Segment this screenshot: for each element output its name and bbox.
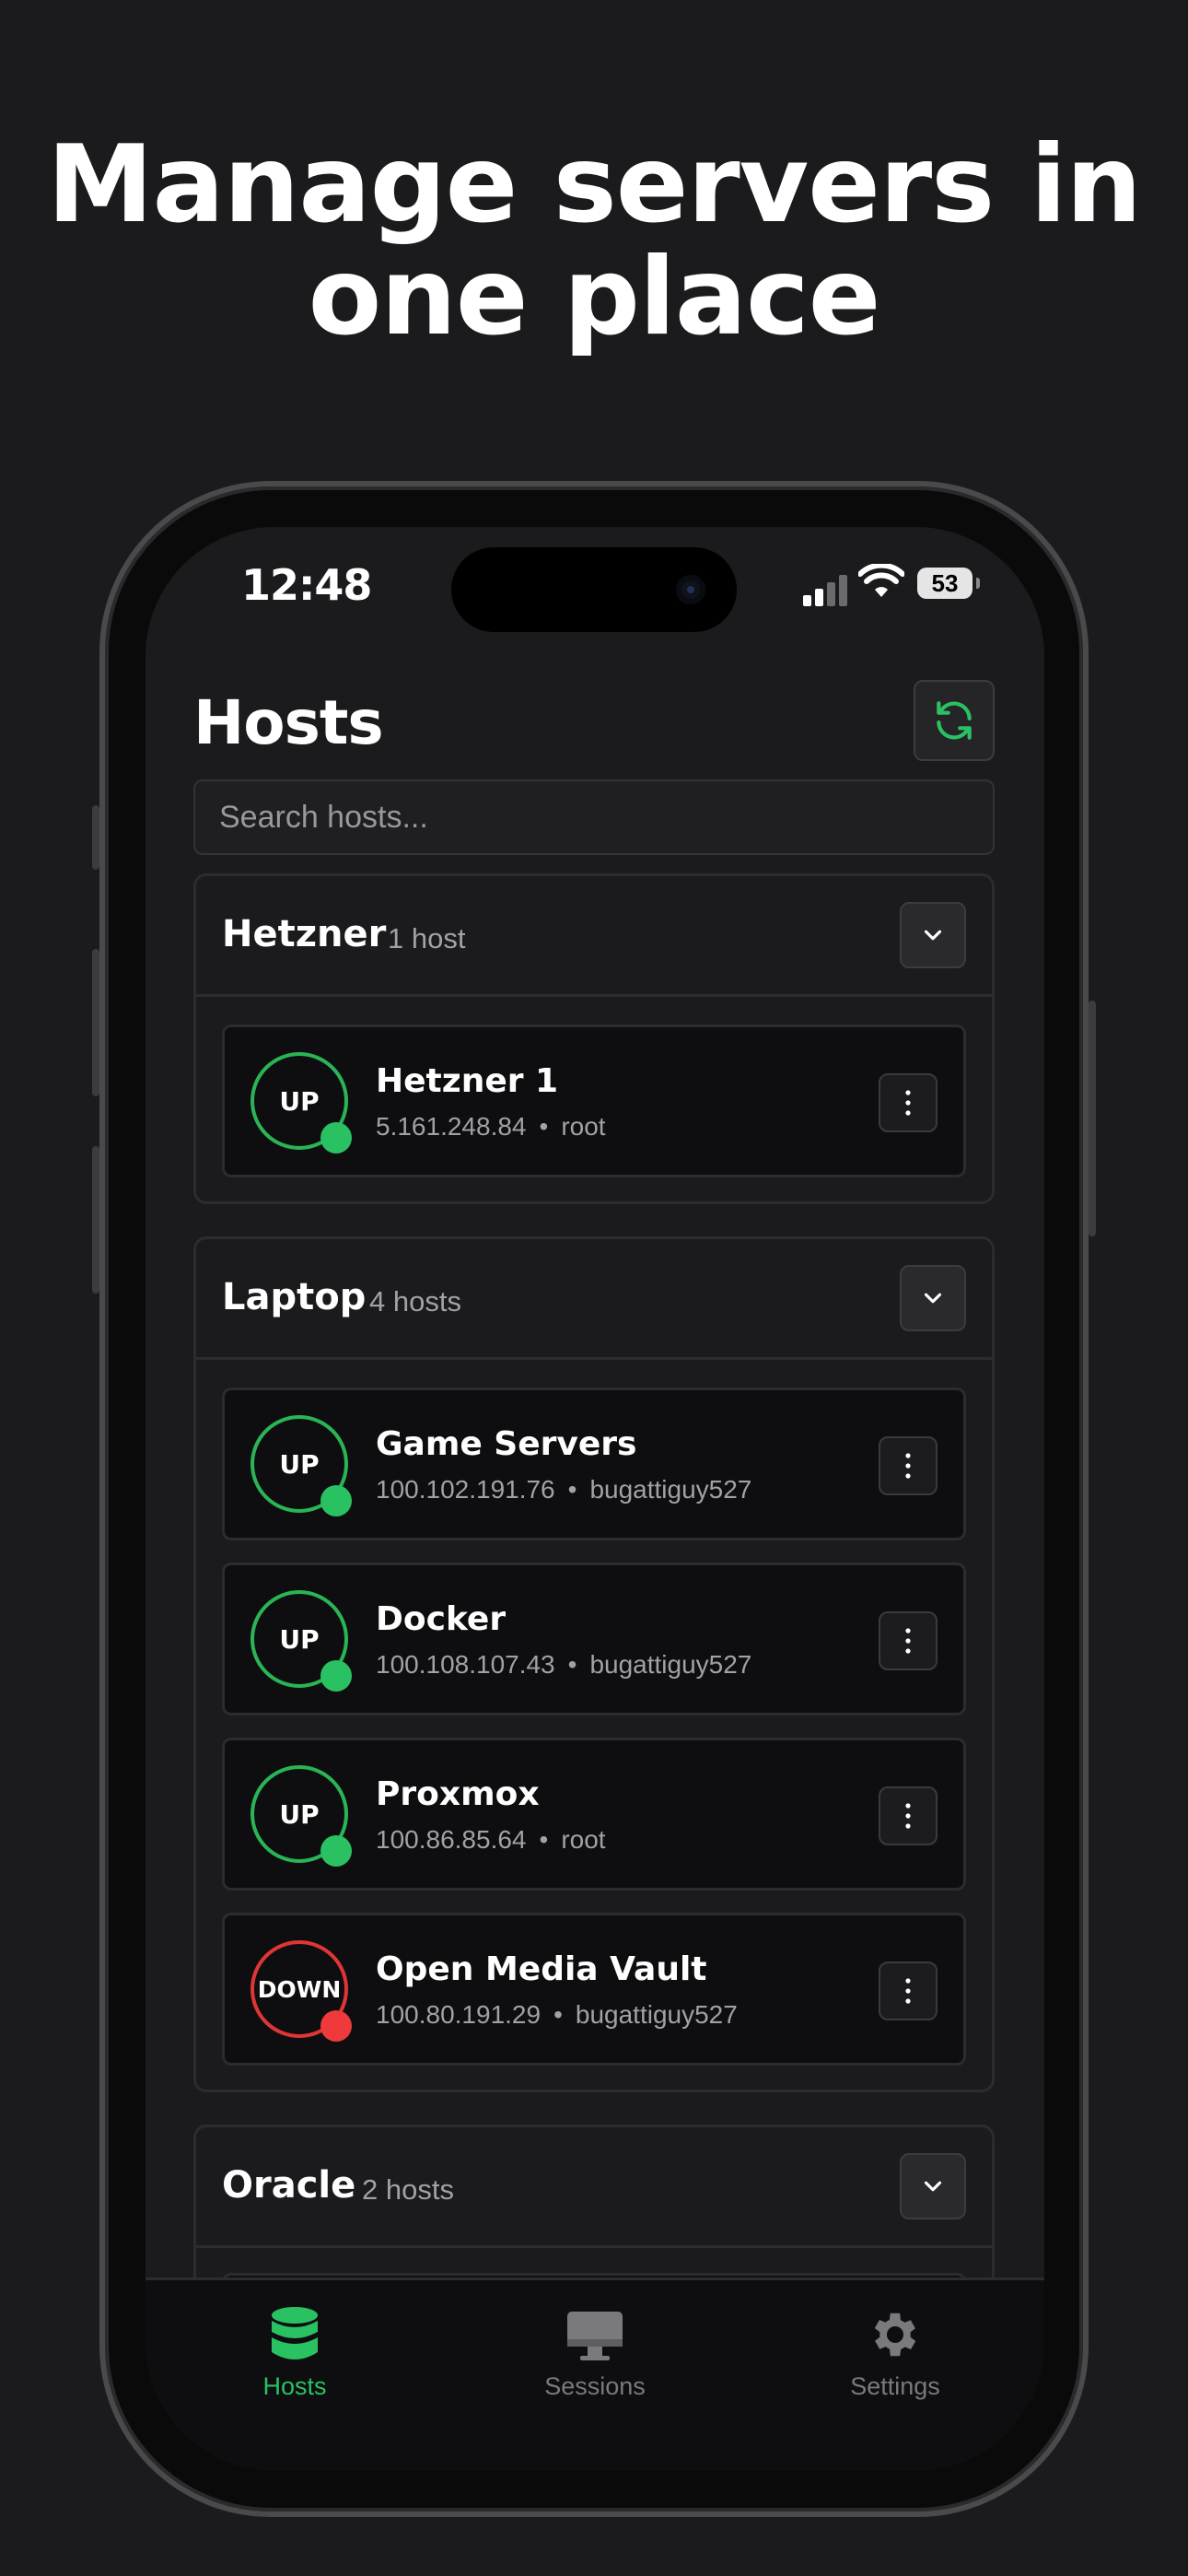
meta-separator: • [539, 1825, 549, 1854]
more-vertical-icon [905, 1453, 911, 1479]
tab-settings[interactable]: Settings [785, 2306, 1006, 2401]
host-menu-button[interactable] [879, 1961, 938, 2020]
host-name: Open Media Vault [376, 1950, 707, 1988]
group-header[interactable]: Laptop 4 hosts [196, 1239, 992, 1360]
chevron-down-icon [924, 2181, 942, 2192]
chevron-down-icon [924, 1293, 942, 1304]
host-group-hetzner: Hetzner 1 host UP Hetzner 1 5.161.248.84… [193, 873, 995, 1204]
meta-separator: • [553, 2000, 563, 2029]
host-ip: 100.80.191.29 [376, 2000, 542, 2029]
chevron-down-icon [924, 930, 942, 941]
wifi-icon [858, 564, 904, 597]
host-meta: 100.80.191.29 • bugattiguy527 [376, 2000, 738, 2030]
status-dot [320, 2010, 352, 2042]
host-ip: 100.108.107.43 [376, 1650, 555, 1679]
status-dot [320, 1835, 352, 1867]
power-button [1089, 1001, 1096, 1236]
group-body: UP Hetzner 1 5.161.248.84 • root [196, 997, 992, 1201]
tab-label: Hosts [262, 2372, 327, 2400]
headline-line-1: Manage servers in [47, 123, 1142, 247]
tab-bar: Hosts Sessions Settings [146, 2277, 1044, 2471]
tab-label: Settings [850, 2372, 940, 2400]
more-vertical-icon [905, 1090, 911, 1116]
host-user: bugattiguy527 [589, 1650, 752, 1679]
tab-label: Sessions [544, 2372, 646, 2400]
headline: Manage servers in one place [0, 129, 1188, 354]
gear-icon [874, 2313, 916, 2357]
collapse-button[interactable] [900, 2153, 966, 2219]
dynamic-island [451, 547, 737, 632]
host-card[interactable]: DOWN Open Media Vault 100.80.191.29 • buga… [222, 1913, 966, 2066]
host-meta: 100.102.191.76 • bugattiguy527 [376, 1475, 751, 1505]
collapse-button[interactable] [900, 902, 966, 968]
host-menu-button[interactable] [879, 1073, 938, 1132]
host-name: Docker [376, 1600, 507, 1638]
host-meta: 100.108.107.43 • bugattiguy527 [376, 1650, 751, 1680]
host-card[interactable]: UP Docker 100.108.107.43 • bugattiguy527 [222, 1563, 966, 1715]
host-name: Hetzner 1 [376, 1062, 559, 1100]
status-time: 12:48 [241, 560, 372, 610]
group-count: 2 hosts [362, 2173, 454, 2206]
host-group-laptop: Laptop 4 hosts UP Game Servers 100.102.1… [193, 1236, 995, 2092]
host-card[interactable]: UP Proxmox 100.86.85.64 • root [222, 1738, 966, 1891]
host-ip: 100.86.85.64 [376, 1825, 527, 1854]
host-card[interactable]: UP Game Servers 100.102.191.76 • bugattigu… [222, 1388, 966, 1540]
more-vertical-icon [905, 1628, 911, 1654]
status-dot [320, 1660, 352, 1692]
host-meta: 100.86.85.64 • root [376, 1825, 606, 1855]
status-dot [320, 1485, 352, 1516]
group-name: Hetzner [222, 913, 387, 955]
cellular-signal-icon [803, 575, 851, 606]
collapse-button[interactable] [900, 1265, 966, 1331]
host-user: bugattiguy527 [589, 1475, 752, 1504]
page-title: Hosts [193, 687, 384, 758]
host-name: Proxmox [376, 1775, 540, 1813]
group-header[interactable]: Hetzner 1 host [196, 876, 992, 997]
host-user: root [561, 1825, 606, 1854]
camera-icon [676, 575, 705, 604]
search-input[interactable] [193, 779, 995, 855]
host-ip: 5.161.248.84 [376, 1112, 527, 1141]
meta-separator: • [539, 1112, 549, 1141]
host-card[interactable]: UP Hetzner 1 5.161.248.84 • root [222, 1025, 966, 1177]
host-menu-button[interactable] [879, 1786, 938, 1845]
host-meta: 5.161.248.84 • root [376, 1112, 606, 1142]
group-name: Laptop [222, 1276, 367, 1318]
group-count: 4 hosts [369, 1285, 461, 1317]
tab-sessions[interactable]: Sessions [484, 2306, 705, 2401]
meta-separator: • [567, 1475, 577, 1504]
volume-up-button [92, 949, 99, 1096]
group-name: Oracle [222, 2164, 356, 2207]
volume-down-button [92, 1146, 99, 1294]
group-header[interactable]: Oracle 2 hosts [196, 2127, 992, 2248]
host-name: Game Servers [376, 1425, 637, 1463]
group-count: 1 host [388, 922, 466, 954]
more-vertical-icon [905, 1978, 911, 2004]
refresh-icon [937, 701, 972, 740]
host-menu-button[interactable] [879, 1611, 938, 1670]
tab-hosts[interactable]: Hosts [184, 2306, 405, 2401]
group-body: UP Game Servers 100.102.191.76 • bugattigu… [196, 1360, 992, 2090]
database-icon [272, 2307, 318, 2359]
host-user: root [561, 1112, 606, 1141]
app-screen: 12:48 53 Hosts Hetzner 1 host UP [146, 527, 1044, 2471]
host-menu-button[interactable] [879, 1436, 938, 1495]
host-user: bugattiguy527 [575, 2000, 738, 2029]
battery-indicator: 53 [917, 568, 980, 599]
action-button [92, 805, 99, 870]
headline-line-2: one place [308, 235, 881, 359]
host-ip: 100.102.191.76 [376, 1475, 555, 1504]
status-dot [320, 1122, 352, 1153]
monitor-icon [567, 2312, 623, 2360]
refresh-button[interactable] [914, 680, 995, 761]
meta-separator: • [567, 1650, 577, 1679]
more-vertical-icon [905, 1803, 911, 1829]
